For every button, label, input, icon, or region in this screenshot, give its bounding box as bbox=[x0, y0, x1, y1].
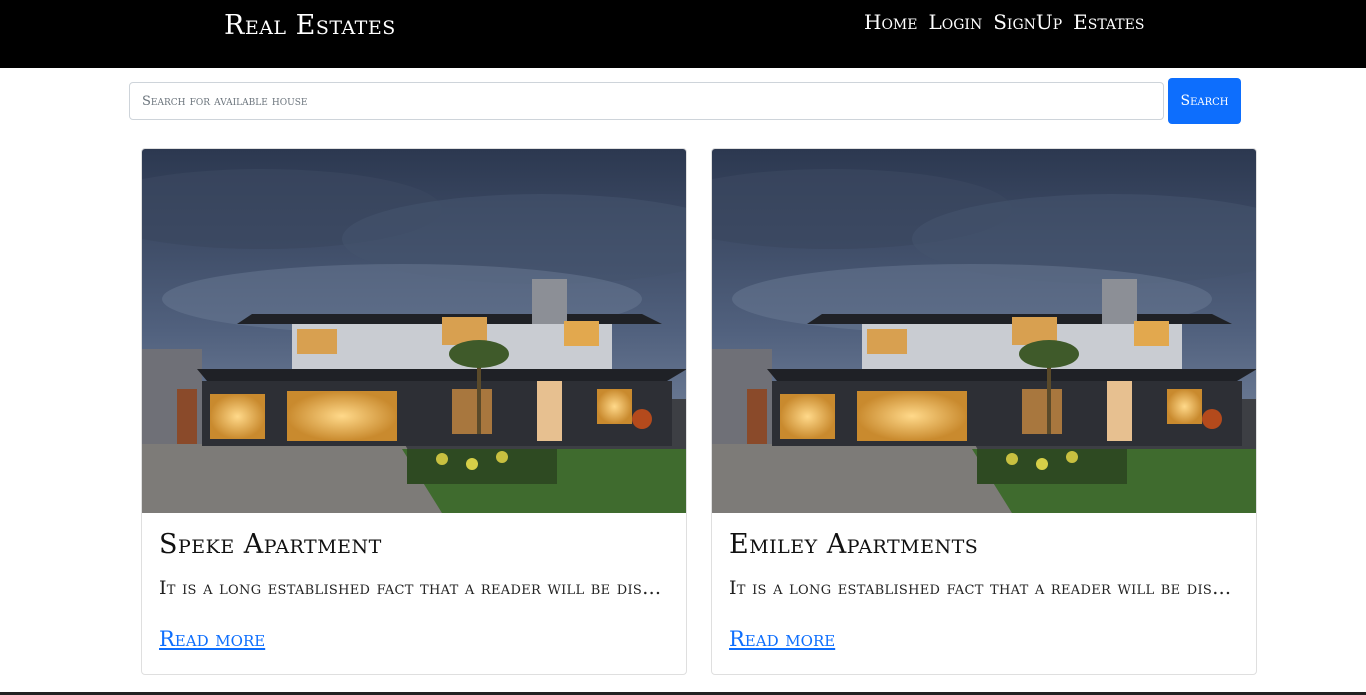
card-title: Speke Apartment bbox=[159, 529, 382, 560]
read-more-link[interactable]: Read more bbox=[159, 627, 265, 651]
card-title: Emiley Apartments bbox=[729, 529, 979, 560]
card-description: It is a long established fact that a rea… bbox=[159, 577, 669, 599]
house-photo[interactable] bbox=[142, 149, 686, 513]
nav-signup-link[interactable]: SignUp bbox=[993, 10, 1062, 34]
card-description: It is a long established fact that a rea… bbox=[729, 577, 1239, 599]
navbar: Real Estates Home Login SignUp Estates bbox=[0, 0, 1366, 68]
search-button[interactable]: Search bbox=[1168, 78, 1241, 124]
read-more-link[interactable]: Read more bbox=[729, 627, 835, 651]
brand-title[interactable]: Real Estates bbox=[224, 10, 396, 41]
property-card-speke: Speke Apartment It is a long established… bbox=[141, 148, 687, 675]
property-card-emiley: Emiley Apartments It is a long establish… bbox=[711, 148, 1257, 675]
search-input[interactable] bbox=[129, 82, 1164, 120]
nav-estates-link[interactable]: Estates bbox=[1073, 10, 1144, 34]
nav-links: Home Login SignUp Estates bbox=[864, 10, 1144, 34]
nav-home-link[interactable]: Home bbox=[864, 10, 917, 34]
nav-login-link[interactable]: Login bbox=[928, 10, 982, 34]
house-photo[interactable] bbox=[712, 149, 1256, 513]
